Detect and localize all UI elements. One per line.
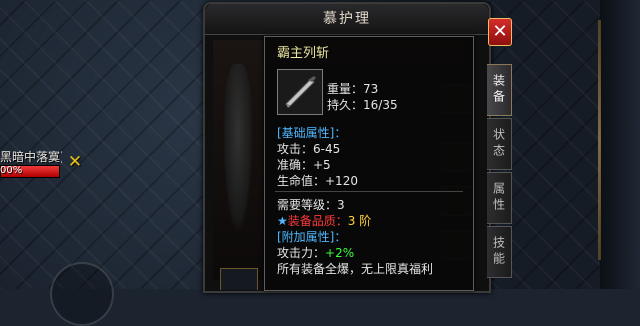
joystick[interactable] [50,262,114,326]
sword-icon [277,69,323,115]
star-icon: ★ [277,214,288,228]
item-durability: 持久：16/35 [327,98,398,112]
base-attr-header: [基础属性]： [277,126,347,140]
equip-slot-bottom[interactable] [220,268,258,290]
map-edge [600,0,640,289]
attack-power-label: 攻击力： [277,246,326,260]
quality-label: 装备品质： [287,214,348,228]
target-cancel-icon[interactable]: ✕ [66,153,84,171]
panel-title: 慕护理 [323,11,371,27]
tab-skills[interactable]: 技能 [487,226,512,278]
close-button[interactable]: ✕ [488,18,512,46]
required-level: 需要等级：3 [277,198,345,212]
attack-power-value: +2% [325,246,355,260]
tooltip-divider [275,191,463,192]
item-tooltip: 霸主列斩 重量：73 持久：16/35 [基础属性]： 攻击：6-45 准确：+… [264,36,474,291]
item-quality: ★装备品质：3 阶 [277,213,371,229]
player-name-label: 黑暗中落寞) [0,150,62,164]
quality-value: 3 阶 [347,214,372,228]
player-hp-text: 00% [0,165,23,176]
panel-header: 慕护理 [205,4,489,35]
item-weight: 重量：73 [327,82,379,96]
stat-attack-power: 攻击力：+2% [277,245,354,261]
item-name: 霸主列斩 [277,46,330,61]
stat-accuracy: 准确：+5 [277,158,331,172]
extra-attr-header: [附加属性]： [277,230,347,244]
map-edge-border [598,20,601,260]
stat-hp: 生命值：+120 [277,174,358,188]
tab-attributes[interactable]: 属性 [487,172,512,224]
tab-equipment[interactable]: 装备 [487,64,512,116]
stat-attack: 攻击：6-45 [277,142,341,156]
tab-status[interactable]: 状态 [487,118,512,170]
drop-note: 所有装备全爆，无上限真福利 [277,262,434,276]
character-figure [223,64,253,234]
